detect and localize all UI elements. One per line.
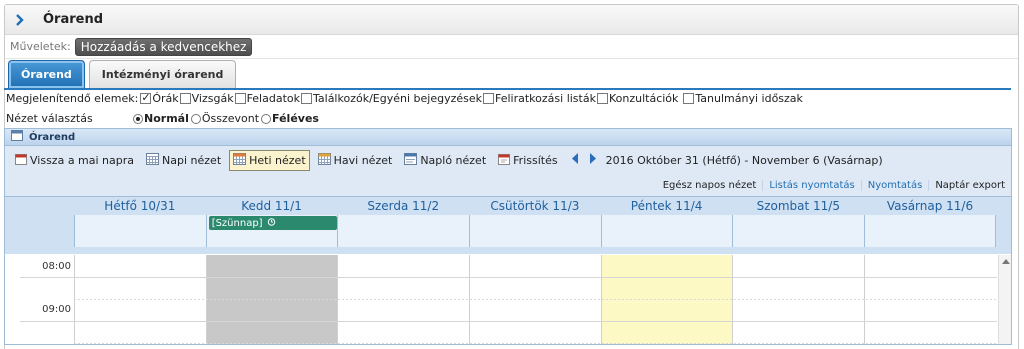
tab-bar: Órarend Intézményi órarend [8, 60, 237, 88]
filter-konzultaciok[interactable]: Konzultációk [596, 92, 678, 105]
display-filters: Megjelenítendő elemek: Órák Vizsgák Fela… [6, 91, 804, 105]
filter-feliratkozasi[interactable]: Feliratkozási listák [483, 92, 596, 105]
day-column-today[interactable] [600, 255, 733, 344]
allday-event[interactable]: [Szünnap] [208, 216, 337, 230]
month-view-icon [317, 152, 331, 168]
date-range: 2016 Október 31 (Hétfő) - November 6 (Va… [605, 153, 883, 167]
log-view-button[interactable]: Napló nézet [400, 150, 490, 171]
checkbox-feladatok[interactable] [234, 93, 246, 104]
filter-vizsgak[interactable]: Vizsgák [179, 92, 234, 105]
radio-osszevont[interactable]: Összevont [190, 112, 259, 125]
time-label: 08:00 [42, 261, 71, 272]
week-view-button[interactable]: Heti nézet [229, 149, 310, 171]
calendar-title: Órarend [29, 131, 76, 143]
day-view-icon [146, 152, 160, 168]
allday-cell[interactable]: [Szünnap] [205, 215, 338, 247]
week-header: Hétfő 10/31 Kedd 11/1 Szerda 11/2 Csütör… [5, 196, 1011, 254]
day-column[interactable] [469, 255, 601, 344]
time-column: 08:00 09:00 [20, 255, 74, 344]
event-label: [Szünnap] [211, 217, 263, 229]
allday-cell[interactable] [337, 215, 470, 247]
checkbox-orak[interactable] [140, 91, 152, 104]
allday-row: [Szünnap] [74, 215, 996, 247]
calendar-export-button[interactable]: Naptár export [928, 179, 1011, 191]
day-header: Vasárnap 11/6 [886, 199, 974, 213]
tab-orarend[interactable]: Órarend [8, 60, 85, 88]
refresh-icon [498, 153, 511, 168]
half-hour-line [74, 299, 997, 300]
day-header: Szerda 11/2 [367, 199, 440, 213]
add-to-favorites-button[interactable]: Hozzáadás a kedvencekhez [74, 37, 253, 56]
next-week-icon[interactable] [589, 153, 597, 167]
view-selector: Nézet választás Normál Összevont Féléves [6, 112, 321, 125]
page-title: Órarend [43, 12, 104, 27]
allday-view-button[interactable]: Egész napos nézet [657, 180, 763, 191]
checkbox-tanulmanyi[interactable] [683, 93, 695, 104]
hour-line [20, 277, 997, 278]
prev-week-icon[interactable] [571, 153, 579, 167]
today-icon [15, 153, 27, 168]
time-grid: 08:00 09:00 [5, 255, 1011, 344]
filter-talalkozok[interactable]: Találkozók/Egyéni bejegyzések [301, 92, 482, 105]
day-header: Kedd 11/1 [241, 199, 302, 213]
filter-orak[interactable]: Órák [140, 91, 179, 105]
refresh-button[interactable]: Frissítés [494, 150, 561, 171]
month-view-button[interactable]: Havi nézet [314, 150, 397, 171]
tab-intezmenyi-orarend[interactable]: Intézményi órarend [88, 60, 237, 88]
allday-cell[interactable] [600, 215, 733, 247]
day-column[interactable] [74, 255, 206, 344]
checkbox-talalkozok[interactable] [301, 93, 312, 104]
hour-line [20, 321, 997, 322]
calendar-toolbar: Vissza a mai napra Napi nézet Heti nézet… [5, 146, 1011, 174]
day-header: Szombat 11/5 [756, 199, 840, 213]
week-view-icon [233, 152, 247, 168]
checkbox-feliratkozasi[interactable] [483, 93, 494, 104]
day-column[interactable] [864, 255, 996, 344]
allday-cell[interactable] [74, 215, 206, 247]
calendar-panel: Órarend Vissza a mai napra Napi nézet He… [4, 128, 1012, 345]
day-columns [74, 255, 996, 344]
day-view-button[interactable]: Napi nézet [142, 150, 225, 171]
view-select-label: Nézet választás [6, 112, 93, 125]
checkbox-vizsgak[interactable] [179, 93, 191, 104]
checkbox-konzultaciok[interactable] [596, 93, 608, 104]
day-headers: Hétfő 10/31 Kedd 11/1 Szerda 11/2 Csütör… [74, 199, 996, 213]
time-label: 09:00 [42, 304, 71, 315]
allday-cell[interactable] [864, 215, 996, 247]
chevron-right-icon[interactable] [5, 13, 35, 26]
half-hour-line [74, 343, 997, 344]
alarm-clock-icon [267, 217, 276, 229]
allday-cell[interactable] [732, 215, 865, 247]
calendar-toolbar-secondary: Egész napos nézet Listás nyomtatás Nyomt… [5, 174, 1011, 196]
calendar-header: Órarend [5, 129, 1011, 146]
calendar-icon [11, 130, 23, 144]
day-column-holiday[interactable] [205, 255, 338, 344]
filters-label: Megjelenítendő elemek: [6, 92, 139, 105]
day-header: Péntek 11/4 [630, 199, 703, 213]
vertical-scrollbar[interactable] [998, 255, 1011, 344]
day-header: Hétfő 10/31 [104, 199, 176, 213]
radio-normal[interactable]: Normál [133, 112, 189, 125]
filter-tanulmanyi[interactable]: Tanulmányi időszak [683, 92, 803, 105]
day-column[interactable] [337, 255, 469, 344]
day-column[interactable] [732, 255, 864, 344]
log-view-icon [404, 152, 418, 168]
radio-feleves[interactable]: Féléves [261, 112, 319, 125]
page-header: Órarend [5, 5, 1018, 35]
tab-underline [4, 88, 1011, 90]
print-link[interactable]: Nyomtatás [860, 179, 929, 191]
list-print-link[interactable]: Listás nyomtatás [762, 179, 860, 191]
actions-label: Műveletek: [10, 40, 71, 53]
allday-cell[interactable] [469, 215, 601, 247]
actions-bar: Műveletek: Hozzáadás a kedvencekhez [5, 35, 1018, 59]
scroll-up-icon[interactable] [1002, 259, 1010, 264]
today-button[interactable]: Vissza a mai napra [11, 150, 138, 171]
day-header: Csütörtök 11/3 [490, 199, 580, 213]
filter-feladatok[interactable]: Feladatok [234, 92, 300, 105]
